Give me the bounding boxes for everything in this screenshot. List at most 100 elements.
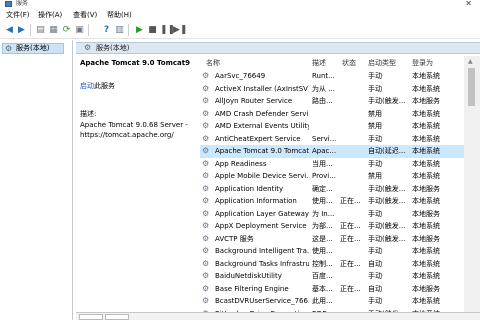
service-row[interactable]: ⚙ Application Identity 确定... 手动(触发... 本地服务 [200,183,464,196]
console-tree-icon[interactable]: ▤ [35,25,46,36]
service-row[interactable]: ⚙ AarSvc_76649 Runt... 手动 本地系统 [200,70,464,83]
service-row[interactable]: ⚙ Background Tasks Infrastru... 控制... 正在...… [200,258,464,271]
service-log-on-as-cell: 本地系统 [412,259,440,268]
service-row[interactable]: ⚙ Application Information 使用... 正在... 手动(触发.… [200,195,464,208]
service-name-cell: AMD Crash Defender Servi... [215,109,309,118]
menu-file[interactable]: 文件(F) [6,10,30,20]
service-startup-type-cell: 禁用 [368,122,382,130]
service-log-on-as-cell: 本地系统 [412,159,440,168]
tree-item-services-local[interactable]: ⚙ 服务(本地) [2,43,64,54]
menu-action[interactable]: 操作(A) [38,10,62,20]
selected-service-name: Apache Tomcat 9.0 Tomcat9 [80,59,190,67]
column-header-description[interactable]: 描述 [312,59,326,68]
service-log-on-as-cell: 本地服务 [412,284,440,293]
console-view-icon[interactable]: ▥ [114,25,125,36]
stop-icon[interactable]: ■ [147,25,158,36]
pause-icon[interactable]: ❚❚ [160,25,175,36]
service-log-on-as-cell: 本地系统 [412,147,440,155]
menu-view[interactable]: 查看(V) [73,10,97,20]
content-pane: ⚙ 服务(本地) Apache Tomcat 9.0 Tomcat9 启动此服务… [76,40,480,320]
column-header-status[interactable]: 状态 [342,59,356,68]
service-row[interactable]: ⚙ AllJoyn Router Service 路由... 手动(触发... 本地服务 [200,95,464,108]
properties-icon[interactable]: ▦ [48,25,59,36]
column-header-startup-type[interactable]: 启动类型 [368,59,396,68]
service-row[interactable]: ⚙ Base Filtering Engine 基本... 正在... 自动 本地服务 [200,283,464,296]
service-row[interactable]: ⚙ ActiveX Installer (AxInstSV) 为从 ... 手动 本地系… [200,83,464,96]
start-icon[interactable]: ▶ [134,25,145,36]
forward-arrow-icon[interactable]: ▶ [16,25,27,36]
service-row[interactable]: ⚙ BaiduNetdiskUtility 百度... 手动 本地系统 [200,270,464,283]
column-header-name[interactable]: 名称 [206,59,220,68]
tab-extended[interactable] [79,314,103,320]
service-row[interactable]: ⚙ AppX Deployment Service ... 为部... 正在... 手动… [200,220,464,233]
service-description-cell: Servi... [312,134,337,143]
service-log-on-as-cell: 本地服务 [412,97,440,105]
service-name-cell: Background Intelligent Tra... [215,247,309,255]
service-row[interactable]: ⚙ AVCTP 服务 这是... 正在... 手动(触发... 本地服务 [200,233,464,246]
scrollbar-thumb[interactable] [468,68,475,106]
service-name-cell: AllJoyn Router Service [215,97,293,105]
menu-help[interactable]: 帮助(H) [107,10,132,20]
toolbar-separator [30,24,31,36]
service-row[interactable]: ⚙ Apple Mobile Device Servi... Provi... 禁用 本… [200,170,464,183]
export-icon[interactable]: ▣ [74,25,85,36]
toolbar: ◀ ▶ ▤ ▦ ⟳ ▣ ? ▥ ▶ ■ ❚❚ ▶❚ [0,22,480,39]
title-bar: 服务 ✕ [0,0,480,8]
scroll-up-icon[interactable]: ▲ [468,58,473,66]
service-status-cell: 正在... [340,222,361,230]
services-app-icon [5,1,12,7]
gear-icon: ⚙ [202,171,210,180]
service-startup-type-cell: 手动 [368,134,382,143]
column-header-log-on-as[interactable]: 登录为 [412,59,433,68]
services-list: 名称 描述 状态 启动类型 登录为 ⚙ AarSvc_76649 Runt... 手动… [200,56,464,320]
start-service-link[interactable]: 启动 [80,82,94,90]
back-arrow-icon[interactable]: ◀ [4,25,15,36]
service-startup-type-cell: 手动 [368,72,382,80]
service-description: Apache Tomcat 9.0.68 Server - https://to… [80,121,188,139]
restart-icon[interactable]: ▶❚ [173,25,187,36]
service-startup-type-cell: 手动 [368,209,382,218]
refresh-icon[interactable]: ⟳ [61,25,72,36]
service-startup-type-cell: 手动 [368,84,382,93]
service-description-cell: Runt... [312,72,335,80]
tab-standard[interactable] [105,314,129,320]
service-row[interactable]: ⚙ AntiCheatExpert Service Servi... 手动 本地系统 [200,133,464,146]
service-detail-panel: Apache Tomcat 9.0 Tomcat9 启动此服务 描述: Apac… [80,56,198,306]
service-row[interactable]: ⚙ Apache Tomcat 9.0 Tomcat9 Apac... 自动(延迟..… [200,145,464,158]
help-icon[interactable]: ? [101,25,112,36]
service-name-cell: Apache Tomcat 9.0 Tomcat9 [215,147,309,155]
service-startup-type-cell: 手动 [368,159,382,168]
service-log-on-as-cell: 本地系统 [412,172,440,180]
panel-header-label: 服务(本地) [96,44,130,52]
service-row[interactable]: ⚙ Background Intelligent Tra... 使用... 手动 本地系… [200,245,464,258]
gear-icon: ⚙ [202,146,210,155]
vertical-scrollbar[interactable]: ▲ [464,56,480,320]
service-row[interactable]: ⚙ BcastDVRUserService_766... 此用... 手动 本地系统 [200,295,464,308]
service-row[interactable]: ⚙ Application Layer Gateway ... 为 In... 手动 本… [200,208,464,221]
service-log-on-as-cell: 本地系统 [412,109,440,118]
gear-icon: ⚙ [202,296,210,305]
service-status-cell: 正在... [340,259,361,268]
toolbar-separator [88,24,89,36]
service-startup-type-cell: 手动(触发... [368,222,406,230]
service-name-cell: Application Information [215,197,297,205]
gear-icon: ⚙ [202,283,210,293]
close-icon[interactable]: ✕ [465,0,472,8]
service-rows: ⚙ AarSvc_76649 Runt... 手动 本地系统 ⚙ ActiveX Insta… [200,70,464,320]
gear-icon: ⚙ [202,108,210,118]
gear-icon: ⚙ [202,208,210,218]
service-name-cell: AMD External Events Utility [215,122,309,130]
service-row[interactable]: ⚙ App Readiness 当用... 手动 本地系统 [200,158,464,171]
service-row[interactable]: ⚙ AMD Crash Defender Servi... 禁用 本地系统 [200,108,464,121]
service-description-cell: 确定... [312,184,333,193]
gear-icon: ⚙ [84,43,92,52]
service-log-on-as-cell: 本地系统 [412,297,440,305]
service-name-cell: Application Layer Gateway ... [215,209,309,218]
service-log-on-as-cell: 本地系统 [412,222,440,230]
service-log-on-as-cell: 本地系统 [412,197,440,205]
service-name-cell: BcastDVRUserService_766... [215,297,309,305]
service-name-cell: Apple Mobile Device Servi... [215,172,309,180]
service-row[interactable]: ⚙ AMD External Events Utility 禁用 本地系统 [200,120,464,133]
service-startup-type-cell: 手动 [368,272,382,280]
service-name-cell: App Readiness [215,159,267,168]
